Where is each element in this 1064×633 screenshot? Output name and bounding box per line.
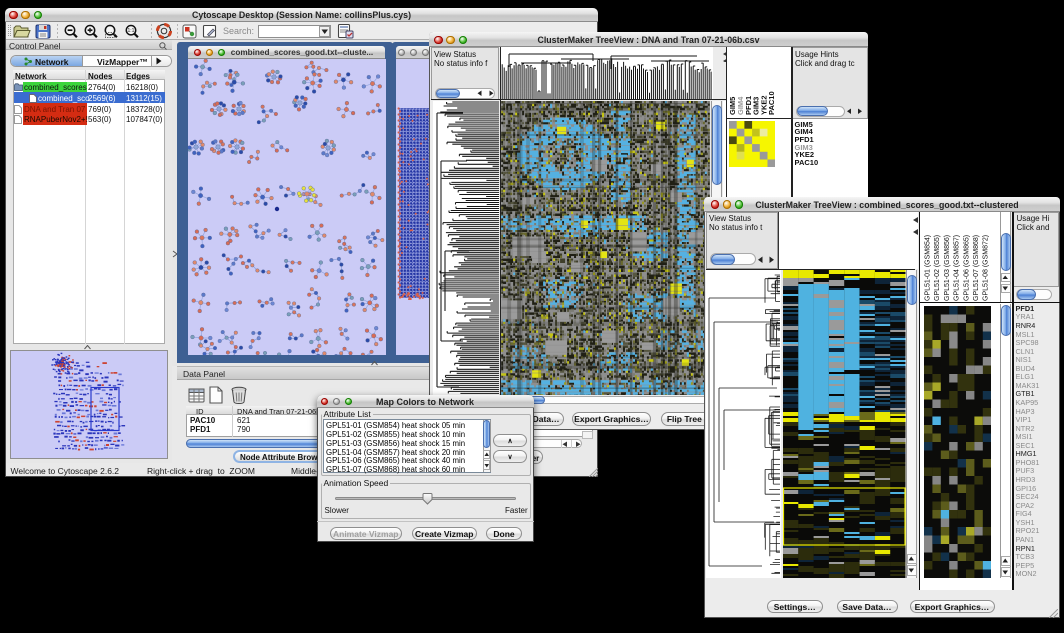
- svg-text:GPL51-07 (GSM868): GPL51-07 (GSM868): [973, 234, 980, 300]
- svg-text:GPL51-04 (GSM857): GPL51-04 (GSM857): [954, 234, 961, 300]
- svg-text:GPL51-03 (GSM856): GPL51-03 (GSM856): [944, 234, 951, 300]
- svg-text:GPL51-08 (GSM872): GPL51-08 (GSM872): [983, 234, 990, 300]
- svg-text:GPL51-02 (GSM855): GPL51-02 (GSM855): [934, 234, 941, 300]
- svg-text:PAC10: PAC10: [767, 91, 776, 115]
- svg-text:GPL51-06 (GSM865): GPL51-06 (GSM865): [963, 234, 970, 300]
- svg-text:GPL51-01 (GSM854): GPL51-01 (GSM854): [925, 234, 932, 300]
- svg-text:1:1: 1:1: [128, 28, 135, 34]
